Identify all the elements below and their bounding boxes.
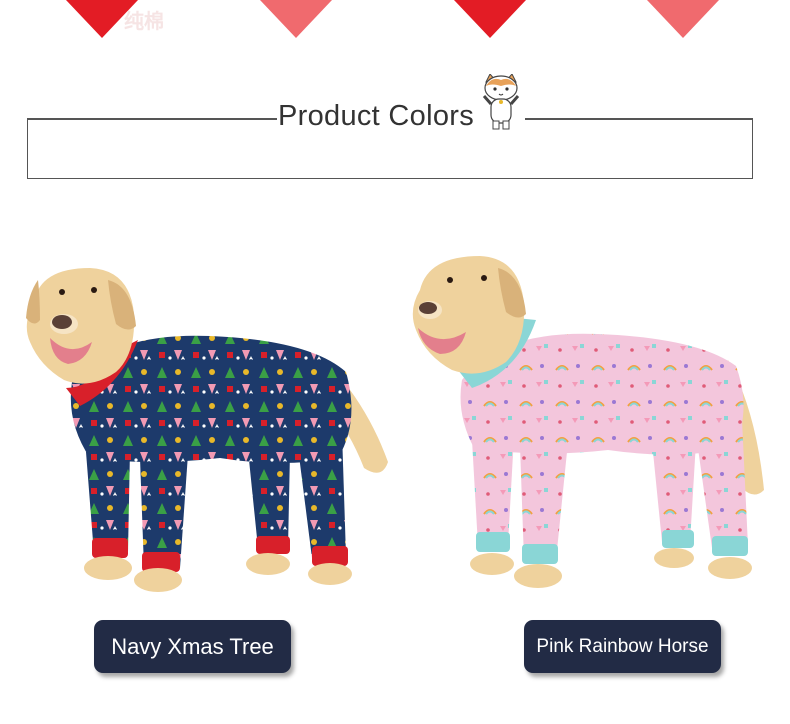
product-label-navy-xmas-tree: Navy Xmas Tree	[94, 620, 291, 673]
section-title: Product Colors	[278, 100, 474, 132]
heart-icon	[260, 0, 332, 38]
product-label-pink-rainbow-horse: Pink Rainbow Horse	[524, 620, 721, 673]
dog-navy-xmas-photo	[26, 268, 388, 592]
cat-mascot-icon	[482, 74, 520, 130]
heart-icon	[454, 0, 526, 38]
frame-line-left	[27, 118, 277, 120]
heart-icon	[647, 0, 719, 38]
frame-line-right	[525, 118, 753, 120]
dog-pink-rainbow-photo	[412, 256, 764, 588]
watermark-text: 纯棉	[124, 9, 164, 33]
